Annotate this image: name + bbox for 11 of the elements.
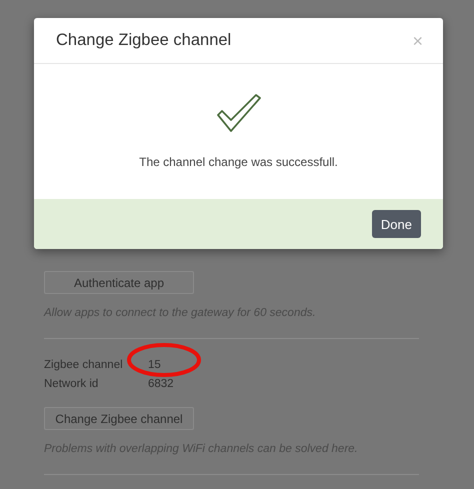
success-message: The channel change was successfull. <box>139 155 338 169</box>
close-button[interactable]: × <box>412 32 423 50</box>
authenticate-button[interactable]: Authenticate app <box>44 271 194 294</box>
field-value: 15 <box>148 358 162 373</box>
done-button[interactable]: Done <box>372 210 421 238</box>
field-label: Zigbee channel <box>44 358 124 373</box>
field-value: 6832 <box>148 377 174 392</box>
field-label: Network id <box>44 377 100 392</box>
dialog-title: Change Zigbee channel <box>56 31 232 50</box>
change-channel-button[interactable]: Change Zigbee channel <box>44 407 194 430</box>
checkmark-icon <box>216 93 262 133</box>
